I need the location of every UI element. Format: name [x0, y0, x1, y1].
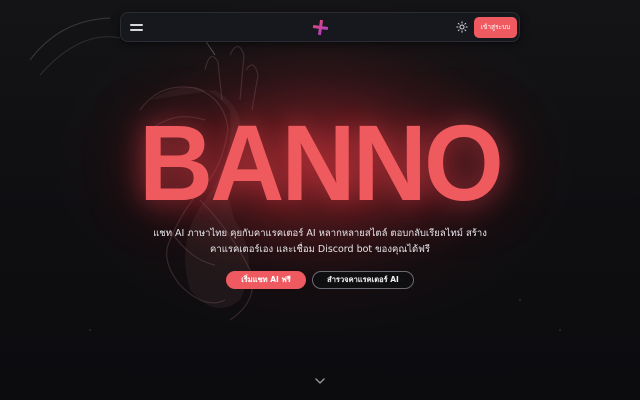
hamburger-menu-icon[interactable]: [129, 20, 145, 34]
login-button[interactable]: เข้าสู่ระบบ: [474, 17, 517, 38]
top-navbar: เข้าสู่ระบบ: [120, 12, 520, 42]
landing-page: เข้าสู่ระบบ BANNO แชท AI ภาษาไทย คุยกับค…: [0, 0, 640, 400]
start-chat-button[interactable]: เริ่มแชท AI ฟรี: [226, 271, 306, 289]
hero-title: BANNO: [139, 102, 504, 223]
hero-description: แชท AI ภาษาไทย คุยกับคาแรคเตอร์ AI หลากห…: [153, 228, 487, 255]
plus-logo-icon[interactable]: [312, 19, 329, 36]
chevron-down-icon[interactable]: [314, 376, 326, 386]
explore-characters-button[interactable]: สำรวจคาแรคเตอร์ AI: [312, 271, 414, 289]
sun-icon[interactable]: [456, 21, 468, 33]
